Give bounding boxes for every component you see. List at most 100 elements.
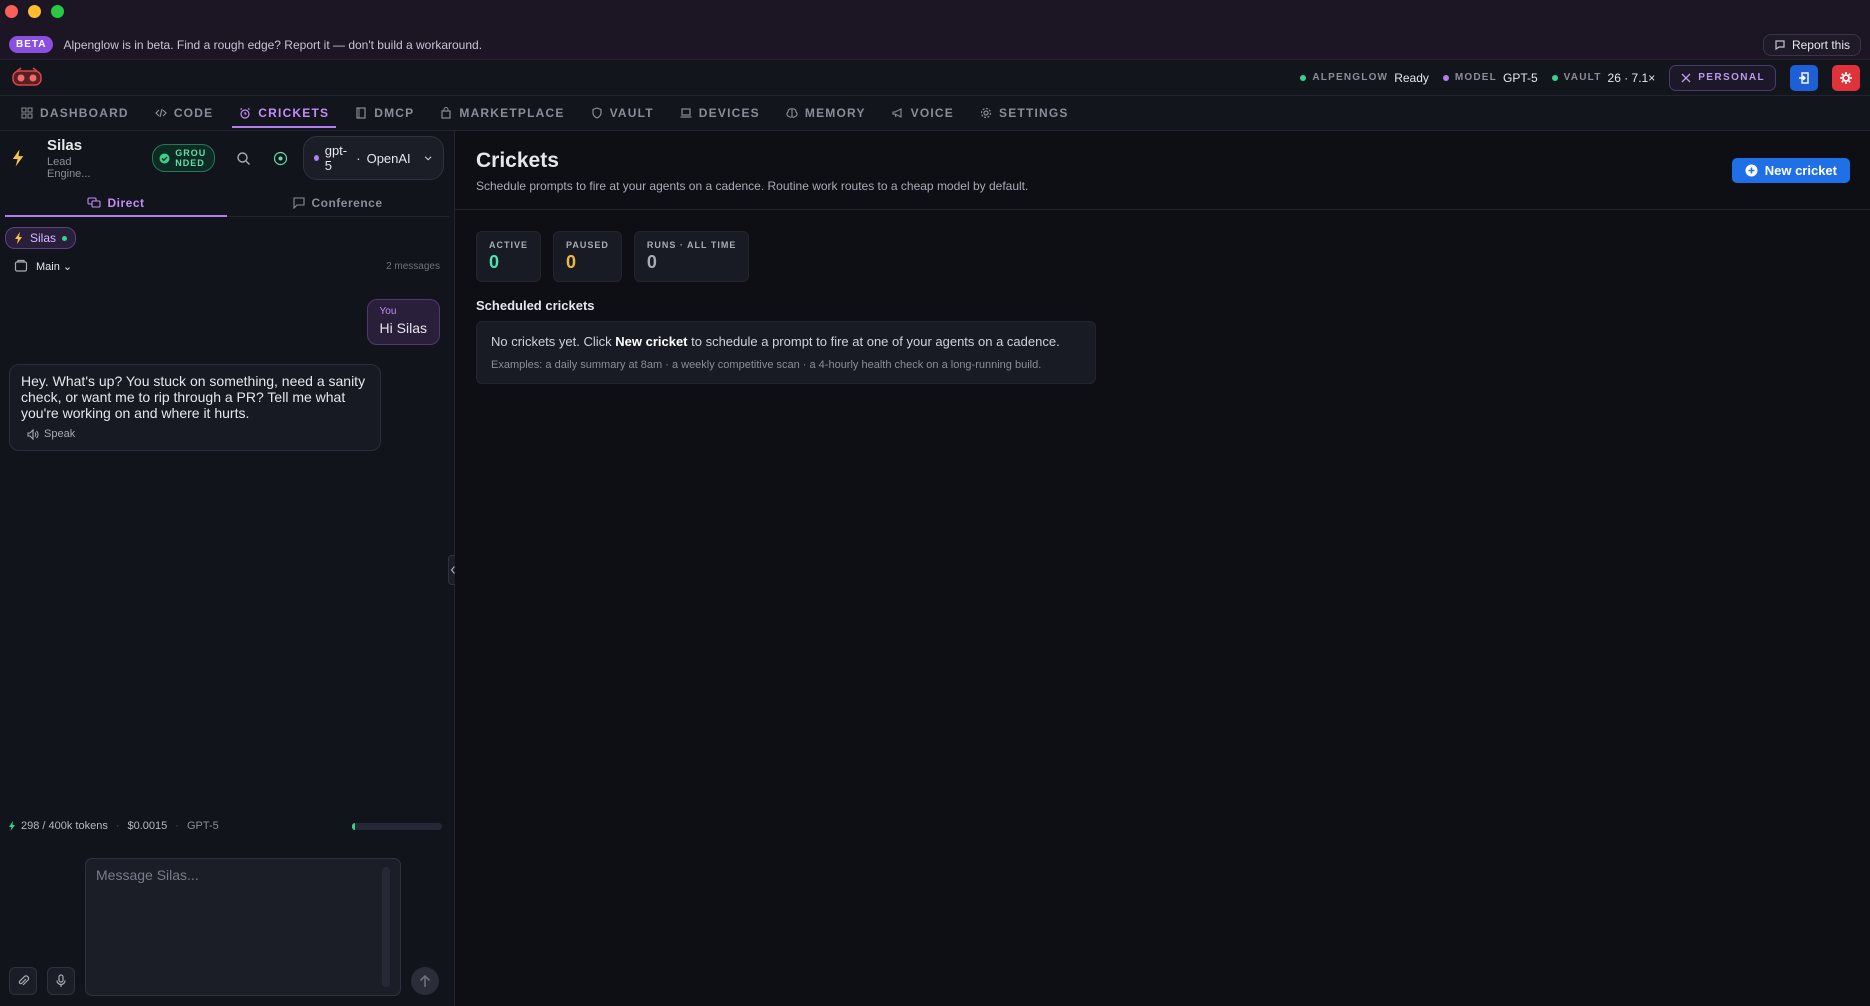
- tab-dashboard[interactable]: DASHBOARD: [8, 96, 142, 130]
- composer-scrollbar[interactable]: [382, 867, 390, 987]
- laptop-icon: [680, 108, 692, 118]
- user-label: You: [379, 306, 397, 317]
- empty-text-post: to schedule a prompt to fire at one of y…: [687, 334, 1060, 349]
- brain-icon: [786, 108, 798, 118]
- tab-memory[interactable]: MEMORY: [773, 96, 879, 130]
- main-area: Silas Lead Engine... GROU NDED gpt-5 · Op…: [0, 131, 1870, 1006]
- maximize-window-button[interactable]: [51, 5, 64, 18]
- stat-paused: PAUSED 0: [553, 231, 622, 282]
- model-status: MODEL GPT-5: [1442, 70, 1538, 85]
- stat-active: ACTIVE 0: [476, 231, 542, 282]
- attach-button[interactable]: [9, 967, 37, 995]
- tab-settings[interactable]: SETTINGS: [967, 96, 1082, 130]
- stat-value: 0: [489, 252, 500, 272]
- top-status-bar: ALPENGLOW Ready MODEL GPT-5 VAULT 26 · 7…: [0, 60, 1870, 96]
- status-dot: [1300, 74, 1307, 81]
- tab-label: DEVICES: [698, 106, 760, 120]
- tab-label: VAULT: [609, 106, 654, 120]
- tab-marketplace[interactable]: MARKETPLACE: [427, 96, 577, 130]
- network-icon: [273, 151, 287, 165]
- token-progress-bar: [352, 822, 442, 830]
- crickets-page: Crickets Schedule prompts to fire at you…: [455, 131, 1870, 1006]
- model-dot: [1442, 74, 1449, 81]
- message-input[interactable]: [96, 867, 390, 987]
- online-dot: [62, 235, 68, 241]
- cost-value: $0.0015: [127, 820, 168, 832]
- bag-icon: [441, 107, 451, 119]
- app-settings-button[interactable]: [1832, 64, 1860, 91]
- tab-crickets[interactable]: CRICKETS: [226, 96, 342, 130]
- tab-voice[interactable]: VOICE: [879, 96, 967, 130]
- sign-in-button[interactable]: [1790, 64, 1818, 91]
- user-message-text: Hi Silas: [379, 320, 427, 336]
- chevron-down-icon: ⌄: [62, 260, 73, 273]
- speak-button[interactable]: Speak: [27, 426, 369, 442]
- tab-vault[interactable]: VAULT: [578, 96, 667, 130]
- paperclip-icon: [18, 975, 30, 986]
- model-separator: ·: [356, 150, 361, 166]
- minimize-window-button[interactable]: [28, 5, 41, 18]
- tools-icon: [1681, 73, 1691, 82]
- alpenglow-status: ALPENGLOW Ready: [1300, 70, 1429, 85]
- stat-value: 0: [566, 252, 577, 272]
- token-usage-row: 298 / 400k tokens · $0.0015 · GPT-5: [8, 820, 442, 832]
- agent-message: Hey. What's up? You stuck on something, …: [9, 364, 381, 451]
- send-button[interactable]: [411, 967, 439, 995]
- message-icon: [1775, 39, 1785, 50]
- section-title: Scheduled crickets: [476, 298, 595, 313]
- beta-badge: BETA: [9, 36, 54, 53]
- folder-icon: [14, 259, 28, 272]
- agent-chat-panel: Silas Lead Engine... GROU NDED gpt-5 · Op…: [0, 131, 458, 1006]
- agent-chip-label: Silas: [30, 231, 57, 245]
- report-label: Report this: [1791, 37, 1850, 52]
- tab-label: MARKETPLACE: [459, 106, 565, 120]
- agent-network-button[interactable]: [268, 145, 293, 171]
- tab-conference[interactable]: Conference: [227, 189, 449, 216]
- message-composer: [85, 858, 401, 996]
- tab-code[interactable]: CODE: [142, 96, 226, 130]
- tab-label: MEMORY: [804, 106, 866, 120]
- lightning-icon: [9, 821, 15, 831]
- beta-text: Alpenglow is in beta. Find a rough edge?…: [63, 37, 483, 52]
- chat-icon: [87, 196, 102, 208]
- grounded-line-1: GROU: [175, 148, 207, 158]
- tab-devices[interactable]: DEVICES: [667, 96, 773, 130]
- empty-text-pre: No crickets yet. Click: [491, 334, 616, 349]
- window-titlebar: [0, 0, 1870, 30]
- vault-status: VAULT 26 · 7.1×: [1551, 70, 1656, 85]
- model-value: GPT-5: [1502, 70, 1538, 85]
- agent-chip[interactable]: Silas: [5, 227, 77, 249]
- empty-state-message: No crickets yet. Click New cricket to sc…: [491, 334, 1081, 349]
- token-count: 298 / 400k tokens: [21, 820, 108, 832]
- search-button[interactable]: [231, 145, 256, 171]
- alpenglow-logo-icon: [12, 66, 42, 86]
- model-dot: [313, 155, 319, 161]
- personal-mode-button[interactable]: PERSONAL: [1669, 64, 1776, 91]
- model-selector[interactable]: gpt-5 · OpenAI: [302, 136, 444, 180]
- thread-selector[interactable]: Main ⌄: [36, 260, 72, 273]
- separator: ·: [115, 820, 120, 832]
- report-this-button[interactable]: Report this: [1762, 33, 1861, 56]
- agent-header: Silas Lead Engine... GROU NDED gpt-5 · Op…: [0, 131, 454, 185]
- status-value: Ready: [1394, 70, 1429, 85]
- close-window-button[interactable]: [5, 5, 18, 18]
- grid-icon: [21, 107, 33, 119]
- empty-state-card: No crickets yet. Click New cricket to sc…: [476, 321, 1096, 384]
- vault-value: 26 · 7.1×: [1607, 70, 1656, 85]
- token-progress-fill: [352, 822, 355, 830]
- tab-direct[interactable]: Direct: [5, 189, 227, 217]
- agent-role: Lead Engine...: [47, 155, 91, 180]
- tab-dmcp[interactable]: DMCP: [342, 96, 427, 130]
- speak-label: Speak: [44, 428, 76, 440]
- tab-direct-label: Direct: [107, 195, 145, 210]
- empty-state-examples: Examples: a daily summary at 8am · a wee…: [491, 359, 1042, 371]
- tab-label: DMCP: [374, 106, 415, 120]
- gear-icon: [980, 107, 992, 119]
- user-message: You Hi Silas: [366, 299, 440, 345]
- new-cricket-button[interactable]: New cricket: [1731, 158, 1850, 183]
- model-name: gpt-5: [324, 143, 348, 173]
- stat-runs-all-time: RUNS · ALL TIME 0: [633, 231, 750, 282]
- microphone-button[interactable]: [47, 967, 75, 995]
- code-icon: [154, 108, 167, 118]
- page-header: Crickets Schedule prompts to fire at you…: [455, 131, 1870, 210]
